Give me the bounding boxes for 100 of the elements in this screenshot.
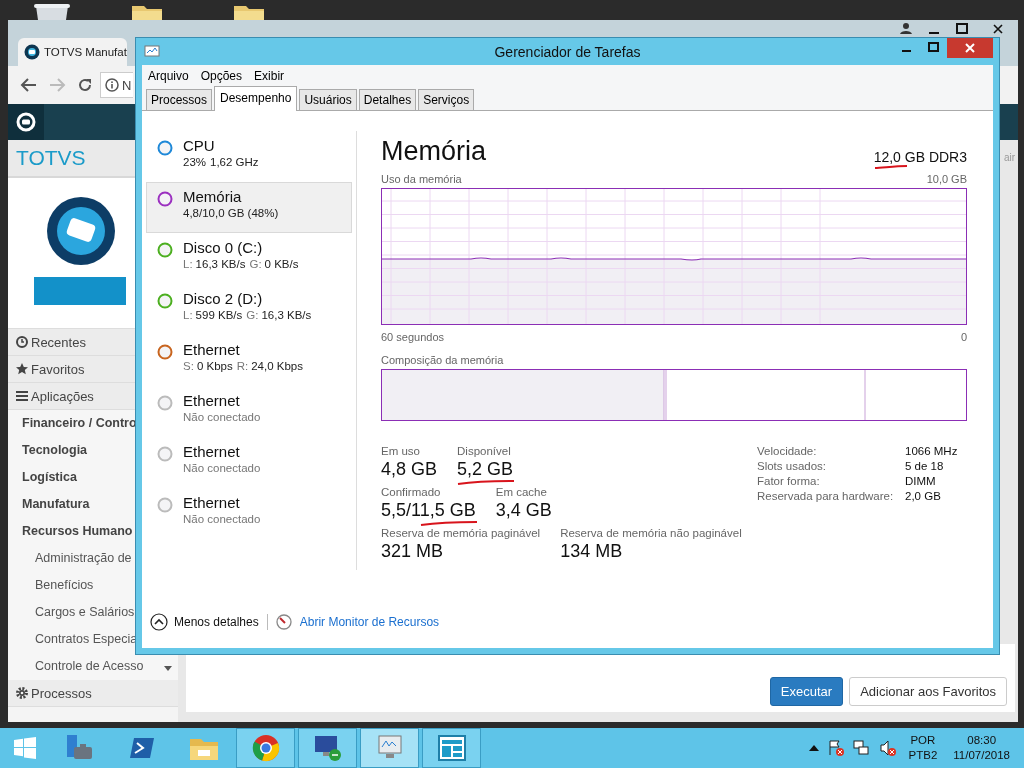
logo-icon <box>16 112 36 132</box>
device-name: Ethernet <box>183 392 240 409</box>
menu-item[interactable]: Cargos e Salários <box>35 605 135 620</box>
back-icon[interactable] <box>20 77 38 93</box>
spec-label: Reservada para hardware: <box>757 490 895 502</box>
device-item[interactable]: Memória 4,8/10,0 GB (48%) <box>146 182 352 233</box>
spec-value: 2,0 GB <box>905 490 942 502</box>
logo-icon <box>24 44 40 60</box>
menu-item[interactable]: Controle de Acesso <box>35 659 144 674</box>
network-icon[interactable] <box>852 739 871 757</box>
recycle-bin-icon[interactable] <box>32 2 72 20</box>
terminal-icon <box>128 736 155 760</box>
device-name: Disco 2 (D:) <box>183 290 263 307</box>
chart-label: Composição da memória <box>381 354 504 366</box>
monitor-icon <box>144 44 162 59</box>
close-icon <box>965 43 975 53</box>
stat-label: Disponível <box>457 445 511 457</box>
browser-icon <box>251 734 280 762</box>
device-item[interactable]: Ethernet S: 0 Kbps R: 24,0 Kbps <box>146 335 352 386</box>
stat-value: 4,8 GB <box>381 459 438 480</box>
show-hidden-icon[interactable] <box>808 745 819 751</box>
device-item[interactable]: Disco 2 (D:) L: 599 KB/s G: 16,3 KB/s <box>146 284 352 335</box>
reload-icon[interactable] <box>76 77 94 93</box>
device-name: Ethernet <box>183 341 240 358</box>
tab[interactable]: Desempenho <box>214 86 298 111</box>
device-item[interactable]: Disco 0 (C:) L: 16,3 KB/s G: 0 KB/s <box>146 233 352 284</box>
stat-value: 3,4 GB <box>495 500 552 521</box>
address-field[interactable]: N <box>100 72 134 98</box>
fewer-details-button[interactable]: Menos detalhes <box>150 613 259 631</box>
device-name: Ethernet <box>183 494 240 511</box>
spec-value: 1066 MHz <box>905 445 959 457</box>
windows-icon <box>14 737 36 759</box>
run-button[interactable]: Executar <box>769 677 844 706</box>
spec-label: Slots usados: <box>757 460 828 472</box>
dashboard-icon <box>436 734 467 762</box>
taskbar-app[interactable] <box>236 728 295 768</box>
device-status: Não conectado <box>183 462 261 474</box>
spec-value: DIMM <box>905 475 937 487</box>
clock[interactable]: 08:30 11/07/2018 <box>953 733 1010 763</box>
tab[interactable]: Processos <box>146 89 213 110</box>
star-icon <box>16 363 28 375</box>
memory-capacity: 12,0 GB DDR3 <box>873 149 967 165</box>
device-item[interactable]: Ethernet Não conectado <box>146 437 352 488</box>
resource-monitor-link[interactable]: Abrir Monitor de Recursos <box>299 615 440 629</box>
menu-item[interactable]: Manufatura <box>22 497 90 512</box>
tab[interactable]: Serviços <box>418 89 475 110</box>
underline-mark <box>457 479 516 485</box>
device-item[interactable]: Ethernet Não conectado <box>146 386 352 437</box>
underline-mark <box>873 164 908 169</box>
device-status: Não conectado <box>183 411 261 423</box>
device-reading: L: 16,3 KB/s G: 0 KB/s <box>183 258 300 270</box>
taskbar-app[interactable] <box>360 728 419 768</box>
close-button[interactable] <box>947 38 993 58</box>
header-text: air <box>1003 151 1015 163</box>
menu-item[interactable]: Logística <box>22 470 77 485</box>
menu-item[interactable]: Administração de <box>35 551 132 566</box>
gauge-icon <box>275 614 292 630</box>
window-title: Gerenciador de Tarefas <box>494 43 641 60</box>
menu-item[interactable]: Tecnologia <box>22 443 88 458</box>
chart-label: 10,0 GB <box>926 173 967 185</box>
device-name: Ethernet <box>183 443 240 460</box>
device-reading: 4,8/10,0 GB (48%) <box>183 207 280 219</box>
menu-item[interactable]: Benefícios <box>35 578 94 593</box>
volume-muted-icon[interactable] <box>878 739 897 757</box>
tab[interactable]: Detalhes <box>358 89 417 110</box>
device-item[interactable]: Ethernet Não conectado <box>146 488 352 539</box>
favorite-button[interactable]: Adicionar aos Favoritos <box>849 677 1007 706</box>
taskbar-app[interactable] <box>298 728 357 768</box>
menu-item[interactable]: Recursos Humano <box>22 524 133 539</box>
spec-label: Fator forma: <box>757 475 821 487</box>
menu-item[interactable]: Financeiro / Contro <box>22 416 137 431</box>
gear-icon <box>16 687 28 699</box>
stat-value: 5,5/11,5 GB <box>381 500 476 521</box>
flag-error-icon[interactable] <box>826 739 845 757</box>
tab[interactable]: Usuários <box>299 89 357 110</box>
home-button[interactable] <box>8 104 44 140</box>
stat-label: Em cache <box>495 486 547 498</box>
device-status: Não conectado <box>183 513 261 525</box>
menu-item[interactable]: Exibir <box>254 69 285 83</box>
stat-value: 321 MB <box>381 541 444 562</box>
scroll-down-icon[interactable] <box>164 666 172 671</box>
chart-label: Uso da memória <box>381 173 462 185</box>
collapse-icon <box>150 613 168 631</box>
language-indicator[interactable]: POR PTB2 <box>908 733 938 763</box>
browser-tab[interactable]: TOTVS Manufat <box>18 38 127 66</box>
device-name: CPU <box>183 137 215 154</box>
menu-item[interactable]: Arquivo <box>148 69 189 83</box>
stat-value: 134 MB <box>560 541 623 562</box>
menu-item[interactable]: Opções <box>200 69 243 83</box>
clock-icon <box>16 336 28 348</box>
list-icon <box>16 390 28 402</box>
underline-mark <box>419 520 478 526</box>
panel-title: Memória <box>381 135 487 167</box>
axis-label: 60 segundos <box>381 331 444 343</box>
device-name: Disco 0 (C:) <box>183 239 263 256</box>
stat-label: Em uso <box>381 445 420 457</box>
stat-label: Confirmado <box>381 486 441 498</box>
taskbar-app[interactable] <box>422 728 481 768</box>
stat-value: 5,2 GB <box>457 459 514 480</box>
device-reading: L: 599 KB/s G: 16,3 KB/s <box>183 309 313 321</box>
